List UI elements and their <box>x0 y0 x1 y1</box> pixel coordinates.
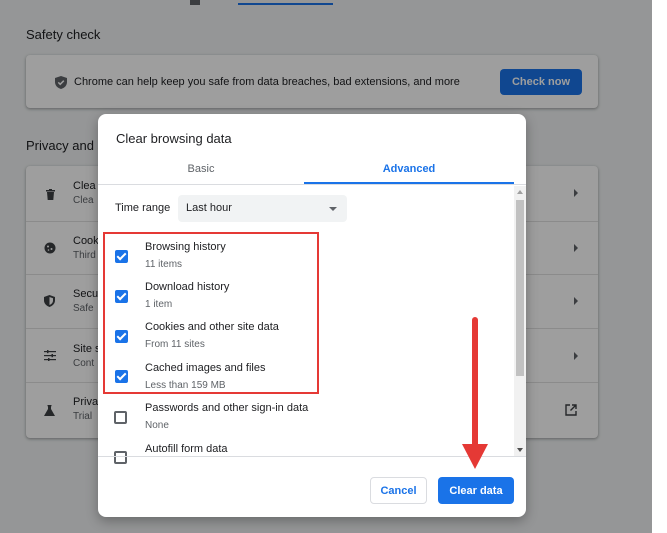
time-range-select[interactable]: Last hour <box>178 195 347 222</box>
scroll-down-arrow-icon[interactable] <box>517 448 523 452</box>
time-range-label: Time range <box>115 202 171 214</box>
tab-active-indicator <box>304 182 514 184</box>
annotation-highlight-box <box>103 232 319 394</box>
tab-divider <box>98 184 526 185</box>
settings-page: Safety check Chrome can help keep you sa… <box>0 0 667 533</box>
right-edge-strip <box>652 0 667 533</box>
dialog-scrollbar[interactable] <box>514 186 526 456</box>
scroll-up-arrow-icon[interactable] <box>517 190 523 194</box>
cancel-button[interactable]: Cancel <box>370 477 427 504</box>
annotation-arrow-shaft <box>472 317 478 447</box>
checkbox-autofill[interactable] <box>114 451 127 464</box>
dialog-title: Clear browsing data <box>116 131 232 146</box>
time-range-value: Last hour <box>186 202 232 214</box>
item-title: Autofill form data <box>145 443 228 455</box>
dropdown-arrow-icon <box>329 207 337 211</box>
item-title: Passwords and other sign-in data <box>145 402 309 414</box>
scrollbar-thumb[interactable] <box>516 200 524 376</box>
annotation-arrow-head <box>462 444 488 469</box>
checkbox-passwords[interactable] <box>114 411 127 424</box>
tab-advanced[interactable]: Advanced <box>304 154 514 184</box>
item-subtitle: None <box>145 420 169 431</box>
tab-basic[interactable]: Basic <box>98 154 304 184</box>
clear-data-button[interactable]: Clear data <box>438 477 514 504</box>
